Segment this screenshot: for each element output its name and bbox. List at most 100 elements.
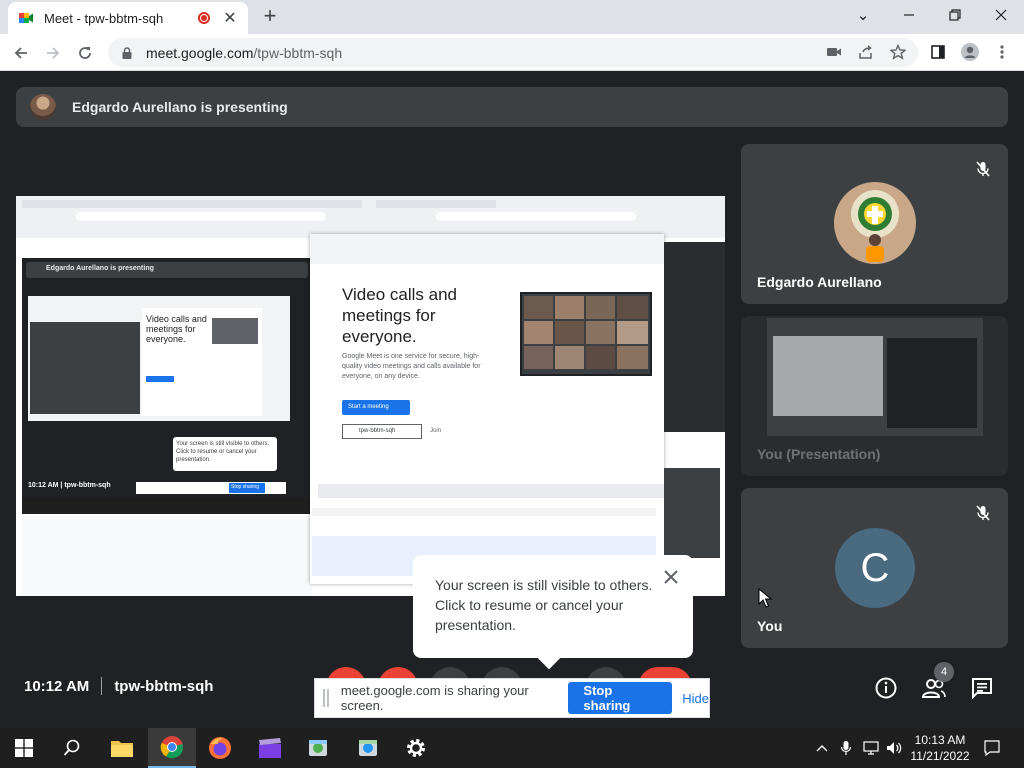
mic-off-icon xyxy=(974,160,992,178)
participant-avatar-edgardo xyxy=(834,182,916,264)
firefox-icon xyxy=(209,737,231,759)
profile-avatar-icon[interactable] xyxy=(958,40,982,64)
participant-name-presentation: You (Presentation) xyxy=(757,446,881,462)
volume-tray-icon[interactable] xyxy=(884,728,904,768)
participant-avatar-you: C xyxy=(835,528,915,608)
chrome-icon xyxy=(160,736,184,759)
shared-start-meeting: Start a meeting xyxy=(342,400,410,415)
shared-address-bar xyxy=(76,212,326,221)
tab-close-icon[interactable]: ✕ xyxy=(222,8,238,28)
meeting-code: tpw-bbtm-sqh xyxy=(114,677,214,695)
chrome-taskbar-button[interactable] xyxy=(148,728,196,768)
meet-stage: Edgardo Aurellano is presenting Edgardo … xyxy=(0,71,1024,728)
participants-count-badge: 4 xyxy=(934,662,954,682)
shared-body-text: Google Meet is one service for secure, h… xyxy=(342,353,481,380)
shared-video-grid xyxy=(520,292,652,376)
presenting-banner: Edgardo Aurellano is presenting xyxy=(16,87,1008,127)
windows-logo-icon xyxy=(15,739,33,757)
hide-button[interactable]: Hide xyxy=(682,691,709,706)
notifications-icon[interactable] xyxy=(982,728,1002,768)
sharing-message: meet.google.com is sharing your screen. xyxy=(340,683,529,713)
url-text: meet.google.com/tpw-bbtm-sqh xyxy=(146,45,342,61)
forward-button[interactable] xyxy=(40,40,66,66)
new-tab-button[interactable]: + xyxy=(258,5,282,29)
tab-title: Meet - tpw-bbtm-sqh xyxy=(44,10,164,26)
video-editor-taskbar-button[interactable] xyxy=(246,728,294,768)
shared-landing-chrome xyxy=(310,234,664,264)
popup-tail xyxy=(537,646,561,670)
shared-video-grid-faces xyxy=(524,296,648,369)
address-bar[interactable]: meet.google.com/tpw-bbtm-sqh xyxy=(108,38,918,67)
chat-button[interactable] xyxy=(969,675,995,701)
camera-in-use-icon[interactable] xyxy=(822,40,846,64)
presentation-thumbnail xyxy=(767,318,983,436)
share-icon[interactable] xyxy=(854,40,878,64)
browser-menu-icon[interactable] xyxy=(990,40,1014,64)
popup-close-icon[interactable] xyxy=(661,567,681,587)
info-icon xyxy=(875,677,897,699)
shared-join: Join xyxy=(430,428,442,434)
shared-right-strip xyxy=(664,242,725,432)
participant-name-you: You xyxy=(757,618,783,634)
search-button[interactable] xyxy=(48,728,96,768)
shared-screen[interactable]: Edgardo Aurellano is presenting Video ca… xyxy=(16,196,725,596)
file-explorer-button[interactable] xyxy=(98,728,146,768)
mic-off-icon xyxy=(974,504,992,522)
start-button[interactable] xyxy=(0,728,48,768)
presentation-paused-popup[interactable]: Your screen is still visible to others. … xyxy=(413,555,693,670)
shared-presenting-text: Edgardo Aurellano is presenting xyxy=(46,265,154,272)
drag-handle-icon[interactable] xyxy=(323,689,329,707)
lock-icon[interactable] xyxy=(120,46,134,60)
presentation-thumb-side xyxy=(887,338,977,428)
close-window-button[interactable] xyxy=(978,0,1024,30)
reload-button[interactable] xyxy=(72,40,98,66)
bookmark-star-icon[interactable] xyxy=(886,40,910,64)
shared-address-bar-right xyxy=(436,212,636,221)
taskbar-date: 11/21/2022 xyxy=(910,749,970,763)
presentation-thumb-screen xyxy=(773,336,883,416)
tab-search-icon[interactable]: ⌄ xyxy=(840,0,886,30)
shared-tabs xyxy=(22,200,362,208)
network-app-icon xyxy=(309,740,327,756)
app-taskbar-button-2[interactable] xyxy=(344,728,392,768)
shared-inner-stop: Stop sharing xyxy=(229,483,265,493)
participant-tile-you[interactable]: C You xyxy=(741,488,1008,648)
meeting-details-button[interactable] xyxy=(873,675,899,701)
clapperboard-icon xyxy=(259,738,281,758)
firefox-taskbar-button[interactable] xyxy=(196,728,244,768)
app-taskbar-button-1[interactable] xyxy=(294,728,342,768)
meeting-time: 10:12 AM xyxy=(24,677,90,695)
network-app-icon xyxy=(359,740,377,756)
shared-body-wrap: Google Meet is one service for secure, h… xyxy=(342,352,492,382)
network-tray-icon[interactable] xyxy=(860,728,882,768)
recording-icon xyxy=(198,12,210,24)
browser-tab-meet[interactable]: Meet - tpw-bbtm-sqh ✕ xyxy=(8,2,248,34)
google-meet-icon xyxy=(18,10,34,26)
side-panel-icon[interactable] xyxy=(926,40,950,64)
back-button[interactable] xyxy=(8,40,34,66)
shared-inner-code-text: tpw-bbtm-sqh xyxy=(64,482,111,489)
meeting-info-separator xyxy=(101,677,103,695)
participant-tile-edgardo[interactable]: Edgardo Aurellano xyxy=(741,144,1008,304)
stop-sharing-button[interactable]: Stop sharing xyxy=(568,682,673,714)
tray-overflow-icon[interactable] xyxy=(812,728,832,768)
taskbar-clock[interactable]: 10:13 AM 11/21/2022 xyxy=(904,732,976,764)
microphone-tray-icon[interactable] xyxy=(836,728,856,768)
shared-inner-grid xyxy=(212,318,258,344)
participant-name-edgardo: Edgardo Aurellano xyxy=(757,274,882,290)
shared-inner-start xyxy=(146,376,174,382)
minimize-button[interactable] xyxy=(886,0,932,30)
url-host: meet.google.com xyxy=(146,44,254,61)
shared-inner-screen-dark xyxy=(30,322,140,414)
url-path: /tpw-bbtm-sqh xyxy=(253,44,343,61)
popup-message: Your screen is still visible to others. … xyxy=(435,577,653,633)
settings-taskbar-button[interactable] xyxy=(392,728,440,768)
chat-icon xyxy=(972,678,992,700)
search-icon xyxy=(63,739,80,756)
browser-toolbar: meet.google.com/tpw-bbtm-sqh xyxy=(0,34,1024,71)
restore-button[interactable] xyxy=(932,0,978,30)
taskbar-time: 10:13 AM xyxy=(914,733,966,747)
shared-inner-taskbar xyxy=(22,498,312,514)
participant-tile-presentation[interactable]: You (Presentation) xyxy=(741,316,1008,476)
shared-inner-time: 10:12 AM | tpw-bbtm-sqh xyxy=(28,482,111,489)
